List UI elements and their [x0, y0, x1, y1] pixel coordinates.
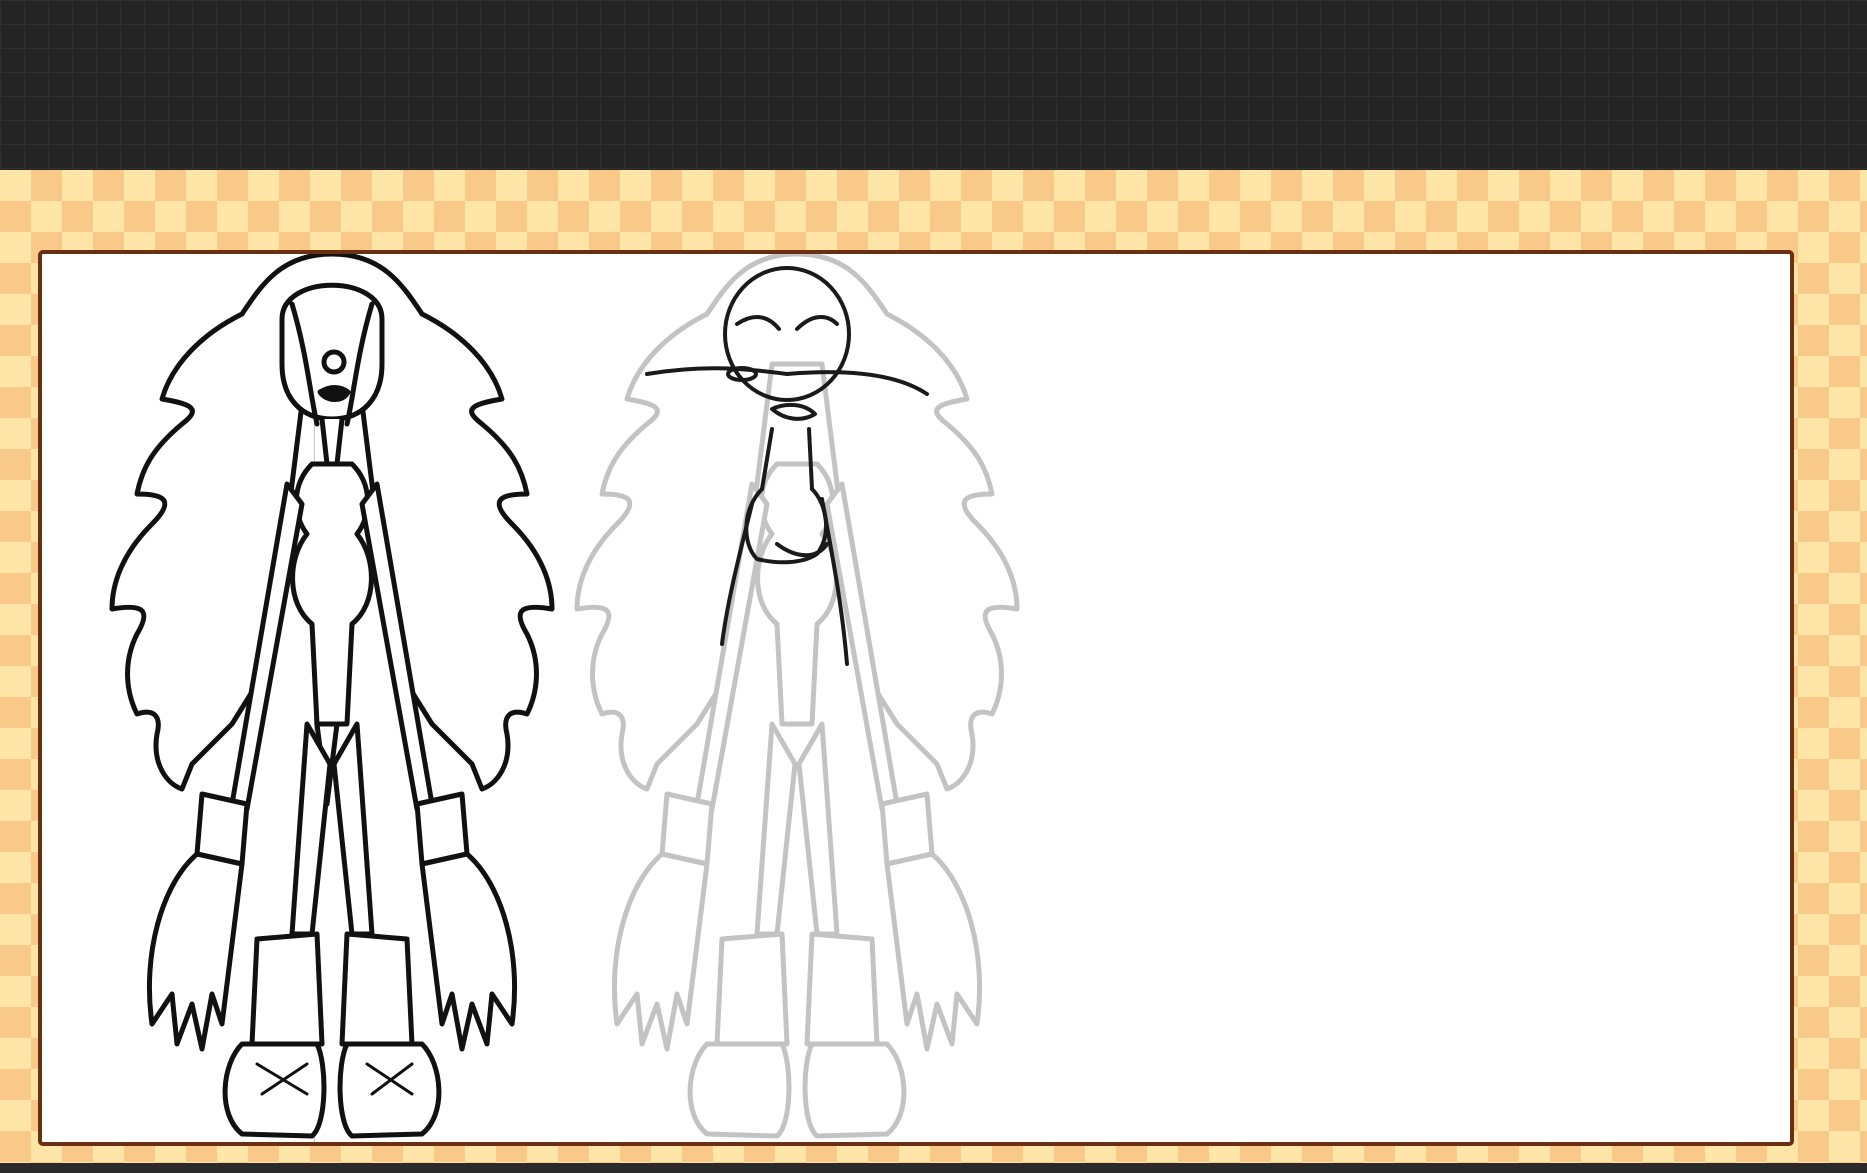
inked-character-icon	[109, 254, 555, 1139]
sketch-pose-drawing	[547, 254, 1047, 1142]
drawing-app	[0, 0, 1867, 1173]
drawing-canvas[interactable]	[38, 250, 1794, 1146]
workspace-grid-area	[0, 0, 1867, 170]
bottom-status-strip	[0, 1163, 1867, 1173]
sketch-pose-icon	[645, 266, 929, 666]
inked-character-drawing	[82, 254, 582, 1142]
